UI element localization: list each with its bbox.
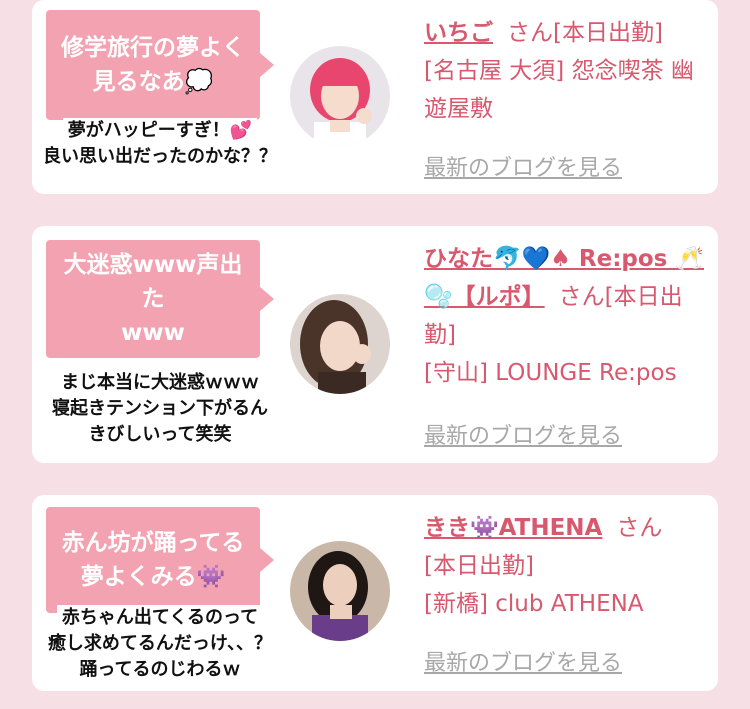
speech-bubble: 赤ん坊が踊ってる 夢よくみる👾 (46, 507, 274, 613)
speech-bubble: 修学旅行の夢よく 見るなあ💭 (46, 10, 274, 120)
cast-card[interactable]: 大迷惑www声出た www まじ本当に大迷惑ｗｗｗ 寝起きテンション下がるん き… (32, 226, 718, 463)
shop-text: [新橋] club ATHENA (424, 591, 644, 617)
caption-line: 癒し求めてるんだっけ、、？ (42, 631, 278, 657)
cast-info: ひなた🐬💙♠ Re:pos 🥂🫧【ルポ】 さん[本日出勤] [守山] LOUNGE… (424, 240, 714, 392)
caption: まじ本当に大迷惑ｗｗｗ 寝起きテンション下がるん きびしいって笑笑 (20, 370, 300, 448)
avatar-image (290, 541, 390, 641)
honorific: さん (507, 20, 553, 46)
caption-line: 踊ってるのじわるｗ (74, 657, 246, 683)
caption-line: 良い思い出だったのかな？？ (38, 144, 282, 170)
caption: 赤ちゃん出てくるのって 癒し求めてるんだっけ、、？ 踊ってるのじわるｗ (20, 605, 300, 683)
shop-text: [守山] LOUNGE Re:pos (424, 360, 677, 386)
cast-card[interactable]: 赤ん坊が踊ってる 夢よくみる👾 赤ちゃん出てくるのって 癒し求めてるんだっけ、、… (32, 495, 718, 691)
honorific: さん (558, 284, 605, 310)
caption-line: まじ本当に大迷惑ｗｗｗ (56, 370, 264, 396)
avatar-image (290, 46, 390, 146)
caption-line: きびしいって笑笑 (83, 422, 237, 448)
cast-info: きき👾ATHENA さん [本日出勤] [新橋] club ATHENA (424, 509, 714, 623)
avatar[interactable] (290, 541, 390, 641)
latest-blog-link[interactable]: 最新のブログを見る (424, 645, 622, 677)
status-text: [本日出勤] (553, 20, 663, 46)
avatar[interactable] (290, 294, 390, 394)
status-text: [本日出勤] (424, 553, 534, 579)
speech-bubble: 大迷惑www声出た www (46, 240, 274, 358)
shop-text: [名古屋 大須] 怨念喫茶 幽遊屋敷 (424, 58, 694, 122)
caption-line: 夢がハッピーすぎ！💕 (62, 118, 258, 144)
cast-name-link[interactable]: いちご (424, 20, 493, 46)
caption: 夢がハッピーすぎ！💕 良い思い出だったのかな？？ (20, 118, 300, 170)
caption-line: 寝起きテンション下がるん (47, 396, 273, 422)
latest-blog-link[interactable]: 最新のブログを見る (424, 418, 622, 450)
caption-line: 赤ちゃん出てくるのって (56, 605, 264, 631)
bubble-text: 修学旅行の夢よく 見るなあ💭 (61, 35, 245, 95)
avatar[interactable] (290, 46, 390, 146)
latest-blog-link[interactable]: 最新のブログを見る (424, 150, 622, 182)
bubble-text: 赤ん坊が踊ってる 夢よくみる👾 (61, 530, 245, 590)
cast-name-link[interactable]: きき👾ATHENA (424, 515, 602, 541)
bubble-text: 大迷惑www声出た www (63, 252, 243, 346)
honorific: さん (616, 515, 663, 541)
cast-card[interactable]: 修学旅行の夢よく 見るなあ💭 夢がハッピーすぎ！💕 良い思い出だったのかな？？ … (32, 0, 718, 194)
cast-info: いちご さん[本日出勤] [名古屋 大須] 怨念喫茶 幽遊屋敷 (424, 14, 714, 128)
avatar-image (290, 294, 390, 394)
